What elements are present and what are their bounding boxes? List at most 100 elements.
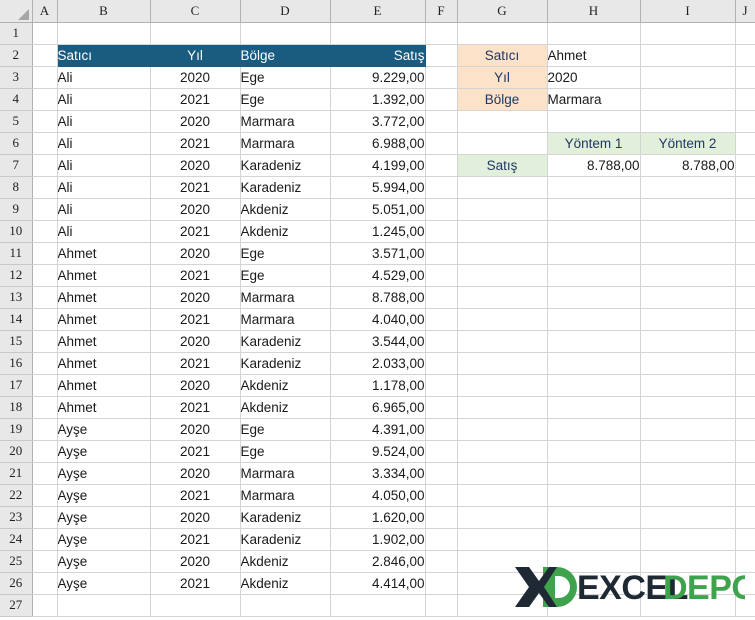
cell-h1[interactable] <box>547 22 641 45</box>
table-row[interactable]: Karadeniz <box>240 506 331 529</box>
cell-h17[interactable] <box>547 374 641 397</box>
row-header-10[interactable]: 10 <box>0 220 33 243</box>
cell-i19[interactable] <box>640 418 736 441</box>
row-header-2[interactable]: 2 <box>0 44 33 67</box>
table-row[interactable]: Ayşe <box>57 440 151 463</box>
result-header-yontem-1[interactable]: Yöntem 1 <box>547 132 641 155</box>
cell-a4[interactable] <box>32 88 58 111</box>
cell-a7[interactable] <box>32 154 58 177</box>
result-value-yontem-2[interactable]: 8.788,00 <box>640 154 736 177</box>
cell-g10[interactable] <box>457 220 548 243</box>
cell-g20[interactable] <box>457 440 548 463</box>
cell-f13[interactable] <box>425 286 458 309</box>
cell-e1[interactable] <box>330 22 426 45</box>
table-row[interactable]: Ali <box>57 66 151 89</box>
cell-g13[interactable] <box>457 286 548 309</box>
table-row[interactable]: Ayşe <box>57 462 151 485</box>
cell-f3[interactable] <box>425 66 458 89</box>
table-row[interactable]: Ali <box>57 220 151 243</box>
row-header-4[interactable]: 4 <box>0 88 33 111</box>
cell-f5[interactable] <box>425 110 458 133</box>
cell-j5[interactable] <box>735 110 755 133</box>
table-row[interactable]: 2021 <box>150 220 241 243</box>
table-row[interactable]: Ege <box>240 440 331 463</box>
table-row[interactable]: Ahmet <box>57 264 151 287</box>
cell-i21[interactable] <box>640 462 736 485</box>
table-row[interactable]: Ahmet <box>57 396 151 419</box>
cell-j10[interactable] <box>735 220 755 243</box>
cell-a8[interactable] <box>32 176 58 199</box>
row-header-19[interactable]: 19 <box>0 418 33 441</box>
table-row[interactable]: Karadeniz <box>240 352 331 375</box>
table-row[interactable]: Akdeniz <box>240 374 331 397</box>
cell-j23[interactable] <box>735 506 755 529</box>
cell-f11[interactable] <box>425 242 458 265</box>
cell-i16[interactable] <box>640 352 736 375</box>
cell-g17[interactable] <box>457 374 548 397</box>
cell-i11[interactable] <box>640 242 736 265</box>
cell-g6[interactable] <box>457 132 548 155</box>
table-row[interactable]: Ayşe <box>57 418 151 441</box>
table-row[interactable]: Marmara <box>240 462 331 485</box>
cell-j1[interactable] <box>735 22 755 45</box>
column-header-c[interactable]: C <box>150 0 241 23</box>
cell-j15[interactable] <box>735 330 755 353</box>
column-header-a[interactable]: A <box>32 0 58 23</box>
table-row[interactable]: 2021 <box>150 308 241 331</box>
cell-h10[interactable] <box>547 220 641 243</box>
column-header-h[interactable]: H <box>547 0 641 23</box>
table-row[interactable]: Marmara <box>240 132 331 155</box>
table-row[interactable]: Ege <box>240 66 331 89</box>
cell-i10[interactable] <box>640 220 736 243</box>
cell-g25[interactable] <box>457 550 548 573</box>
cell-g12[interactable] <box>457 264 548 287</box>
cell-i13[interactable] <box>640 286 736 309</box>
cell-i26[interactable] <box>640 572 736 595</box>
cell-b1[interactable] <box>57 22 151 45</box>
table-row[interactable]: 2020 <box>150 286 241 309</box>
cell-f21[interactable] <box>425 462 458 485</box>
table-row[interactable]: 2020 <box>150 66 241 89</box>
cell-f25[interactable] <box>425 550 458 573</box>
cell-h21[interactable] <box>547 462 641 485</box>
criteria-label-bolge[interactable]: Bölge <box>457 88 548 111</box>
cell-g1[interactable] <box>457 22 548 45</box>
table-row[interactable]: 4.529,00 <box>330 264 426 287</box>
table-row[interactable]: Ali <box>57 198 151 221</box>
cell-j18[interactable] <box>735 396 755 419</box>
cell-j11[interactable] <box>735 242 755 265</box>
cell-a5[interactable] <box>32 110 58 133</box>
table-row[interactable]: 9.229,00 <box>330 66 426 89</box>
table-row[interactable]: 2021 <box>150 176 241 199</box>
cell-i27[interactable] <box>640 594 736 617</box>
table-row[interactable]: 4.040,00 <box>330 308 426 331</box>
criteria-value-bolge[interactable]: Marmara <box>547 88 641 111</box>
cell-g14[interactable] <box>457 308 548 331</box>
cell-d27[interactable] <box>240 594 331 617</box>
cell-f2[interactable] <box>425 44 458 67</box>
row-header-25[interactable]: 25 <box>0 550 33 573</box>
table-row[interactable]: 2020 <box>150 110 241 133</box>
table-row[interactable]: 2020 <box>150 374 241 397</box>
table-row[interactable]: Ali <box>57 154 151 177</box>
cell-f16[interactable] <box>425 352 458 375</box>
table-row[interactable]: Ahmet <box>57 352 151 375</box>
row-header-1[interactable]: 1 <box>0 22 33 45</box>
cell-a20[interactable] <box>32 440 58 463</box>
cell-a1[interactable] <box>32 22 58 45</box>
cell-f23[interactable] <box>425 506 458 529</box>
cell-f14[interactable] <box>425 308 458 331</box>
cell-c27[interactable] <box>150 594 241 617</box>
table-row[interactable]: 2020 <box>150 462 241 485</box>
table-row[interactable]: 6.965,00 <box>330 396 426 419</box>
cell-f27[interactable] <box>425 594 458 617</box>
table-row[interactable]: Ahmet <box>57 330 151 353</box>
cell-a17[interactable] <box>32 374 58 397</box>
column-header-g[interactable]: G <box>457 0 548 23</box>
cell-a27[interactable] <box>32 594 58 617</box>
table-row[interactable]: Ali <box>57 132 151 155</box>
cell-i12[interactable] <box>640 264 736 287</box>
cell-g21[interactable] <box>457 462 548 485</box>
table-row[interactable]: Ayşe <box>57 484 151 507</box>
cell-j22[interactable] <box>735 484 755 507</box>
